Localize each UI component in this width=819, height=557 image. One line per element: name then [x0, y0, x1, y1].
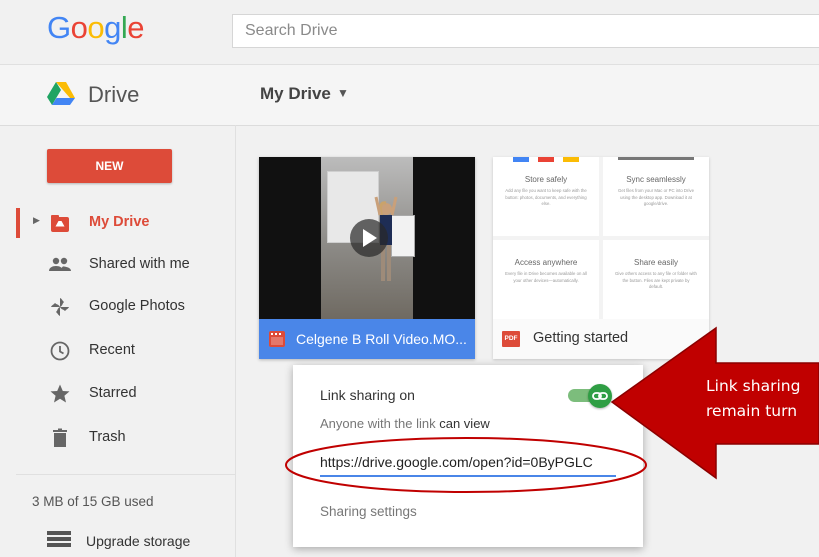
field-underline — [320, 475, 616, 477]
getting-started-preview: Store safely Add any file you want to ke… — [493, 157, 709, 319]
file-name: Celgene B Roll Video.MO... — [296, 331, 467, 347]
preview-tile: Access anywhere Every file in Drive beco… — [493, 240, 599, 319]
chevron-down-icon[interactable]: ▼ — [337, 86, 349, 100]
sharing-settings-link[interactable]: Sharing settings — [320, 504, 417, 519]
preview-tile: Sync seamlessly Get files from your Mac … — [603, 157, 709, 236]
sidebar-item-trash[interactable]: Trash — [0, 423, 235, 453]
people-icon — [49, 257, 71, 271]
tile-body: Add any file you want to keep safe with … — [505, 188, 587, 206]
pinwheel-icon — [51, 298, 69, 316]
sidebar-item-my-drive[interactable]: My Drive — [0, 208, 235, 238]
sidebar-item-starred[interactable]: Starred — [0, 379, 235, 409]
tile-title: Sync seamlessly — [626, 175, 686, 184]
file-card-video[interactable]: Celgene B Roll Video.MO... — [259, 157, 475, 359]
tile-body: Get files from your Mac or PC into Drive… — [618, 188, 694, 206]
sidebar-item-label: Starred — [89, 385, 137, 401]
sidebar-item-label: Google Photos — [89, 298, 185, 314]
permission-prefix: Anyone with the link — [320, 416, 440, 431]
tile-body: Give others access to any file or folder… — [615, 271, 697, 289]
google-logo[interactable]: Google — [47, 10, 145, 46]
sidebar-item-shared[interactable]: Shared with me — [0, 250, 235, 280]
storage-used-text: 3 MB of 15 GB used — [32, 494, 154, 509]
upgrade-storage-link[interactable]: Upgrade storage — [86, 533, 190, 549]
link-icon[interactable] — [588, 384, 612, 408]
star-icon — [50, 384, 70, 403]
location-title[interactable]: My Drive — [260, 84, 331, 104]
video-thumbnail — [259, 157, 475, 319]
logo-letter: o — [70, 10, 88, 45]
drive-logo-icon[interactable] — [47, 81, 75, 105]
preview-tile: Store safely Add any file you want to ke… — [493, 157, 599, 236]
file-title-bar: Celgene B Roll Video.MO... — [259, 319, 475, 359]
storage-bars-icon[interactable] — [47, 530, 71, 548]
link-glyph — [592, 392, 608, 400]
sidebar-divider — [235, 125, 236, 557]
clock-icon — [50, 341, 70, 361]
trash-icon — [53, 428, 67, 447]
file-title-bar: PDF Getting started — [493, 319, 709, 359]
callout-line: Link sharing — [706, 377, 801, 395]
tile-title: Share easily — [633, 258, 679, 267]
sidebar-item-label: Recent — [89, 342, 135, 358]
callout-text: Link sharing remain turn — [706, 374, 819, 424]
tile-accent-bar — [538, 157, 554, 162]
logo-letter: e — [127, 10, 145, 45]
pdf-icon: PDF — [502, 331, 520, 347]
link-sharing-popup: Link sharing on Anyone with the link can… — [293, 365, 643, 547]
my-drive-icon — [51, 215, 69, 232]
share-link-field[interactable]: https://drive.google.com/open?id=0ByPGLC — [320, 454, 610, 470]
logo-letter: o — [87, 10, 105, 45]
play-icon — [363, 229, 377, 247]
callout-line: remain turn — [706, 402, 798, 420]
sidebar-divider — [16, 474, 235, 475]
tile-title: Store safely — [524, 175, 568, 184]
link-sharing-status: Link sharing on — [320, 387, 415, 403]
new-button[interactable]: NEW — [47, 149, 172, 183]
sidebar-item-label: Trash — [89, 429, 126, 445]
link-permission-text[interactable]: Anyone with the link can view — [320, 416, 490, 431]
file-name: Getting started — [533, 330, 629, 346]
tile-accent-bar — [563, 157, 579, 162]
tile-title: Access anywhere — [514, 258, 578, 267]
sidebar-item-label: My Drive — [89, 214, 150, 230]
permission-dropdown[interactable]: can view — [439, 416, 490, 431]
video-file-icon — [269, 331, 285, 347]
logo-letter: g — [104, 10, 121, 45]
preview-tile: Share easily Give others access to any f… — [603, 240, 709, 319]
tile-accent-bar — [513, 157, 529, 162]
tile-accent-bar — [618, 157, 694, 160]
sidebar-item-photos[interactable]: Google Photos — [0, 292, 235, 322]
search-input[interactable]: Search Drive — [232, 14, 819, 48]
sidebar-item-label: Shared with me — [89, 256, 190, 272]
drive-app-name: Drive — [88, 82, 140, 107]
tile-body: Every file in Drive becomes available on… — [505, 271, 587, 283]
logo-letter: G — [47, 10, 71, 45]
sidebar-item-recent[interactable]: Recent — [0, 336, 235, 366]
file-card-getting-started[interactable]: Store safely Add any file you want to ke… — [493, 157, 709, 359]
